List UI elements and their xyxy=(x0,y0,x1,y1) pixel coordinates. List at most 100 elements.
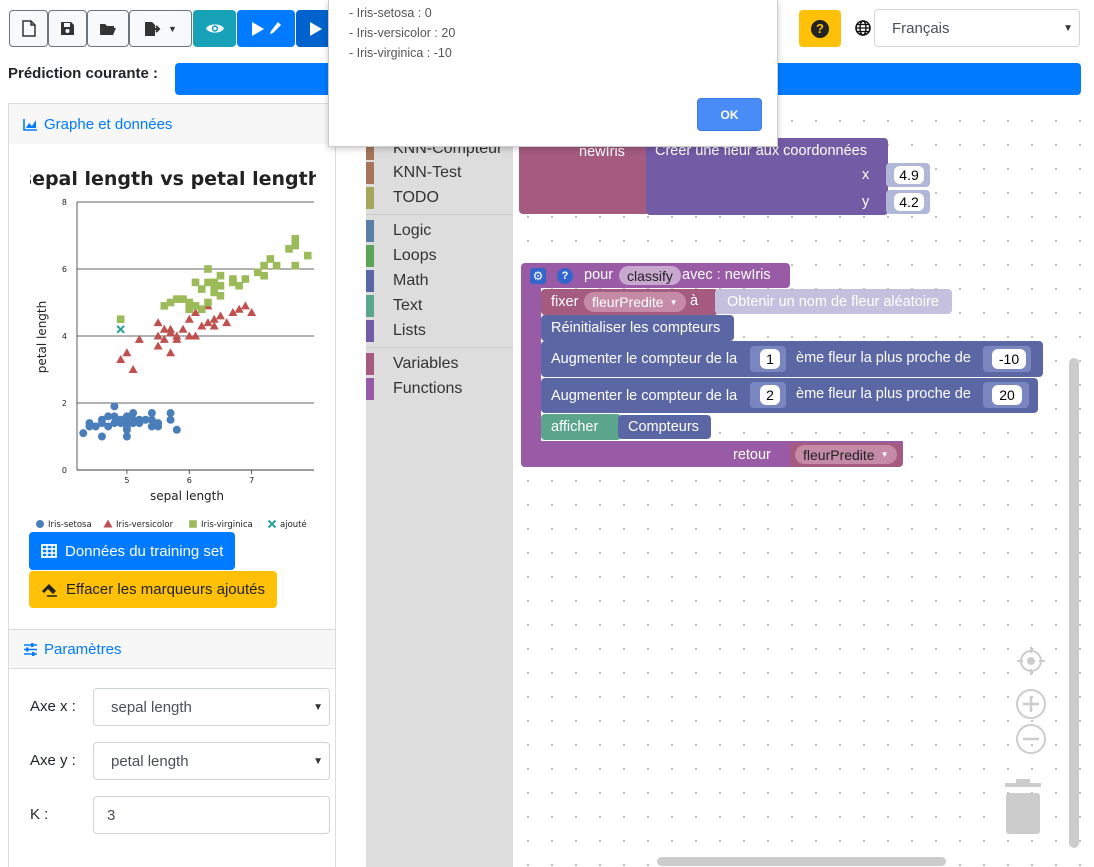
data-point-iris-virginica xyxy=(241,275,250,283)
create-flower-block[interactable]: Créer une fleur aux coordonnées xyxy=(646,138,888,215)
k-input[interactable]: 3 xyxy=(93,796,330,834)
training-data-button[interactable]: Données du training set xyxy=(29,532,236,570)
data-point-iris-virginica xyxy=(216,271,225,280)
chevron-down-icon: ▼ xyxy=(880,450,889,459)
gear-icon[interactable]: ⚙ xyxy=(530,268,546,284)
x-axis-value: sepal length xyxy=(111,698,192,716)
func-name-field[interactable]: classify xyxy=(619,266,681,285)
inc1-v-input[interactable]: -10 xyxy=(992,349,1026,369)
category-color-swatch xyxy=(366,220,374,242)
data-point-iris-virginica xyxy=(197,305,206,313)
chart-y-tick-label: 4 xyxy=(62,332,67,341)
zoom-in-icon[interactable] xyxy=(1015,688,1047,720)
data-point-iris-virginica xyxy=(204,265,212,273)
x-coord-input[interactable]: 4.9 xyxy=(894,166,924,184)
chevron-down-icon: ▼ xyxy=(168,23,177,34)
data-point-iris-setosa xyxy=(79,429,88,438)
legend-marker-iris-virginica xyxy=(189,520,197,528)
chart-x-axis-label: sepal length xyxy=(150,489,224,503)
file-icon xyxy=(21,20,36,37)
compteurs-block[interactable]: Compteurs xyxy=(618,415,711,439)
data-point-iris-setosa xyxy=(97,432,106,441)
data-point-iris-setosa xyxy=(110,402,119,411)
horizontal-scrollbar[interactable] xyxy=(657,857,946,866)
view-button[interactable] xyxy=(193,10,236,47)
save-button[interactable] xyxy=(48,10,87,47)
inc1-n-input[interactable]: 1 xyxy=(760,349,780,369)
toolbox-category-loops[interactable]: Loops xyxy=(366,244,437,268)
ok-button[interactable]: OK xyxy=(697,98,762,131)
run-button[interactable] xyxy=(296,10,332,47)
category-color-swatch xyxy=(366,245,374,267)
globe-icon xyxy=(855,20,871,36)
func-params-label: avec : newIris xyxy=(682,267,771,283)
zoom-out-icon[interactable] xyxy=(1015,723,1047,755)
data-point-iris-virginica xyxy=(116,315,125,324)
afficher-label: afficher xyxy=(551,419,599,435)
data-point-iris-virginica xyxy=(235,281,243,290)
data-point-iris-setosa xyxy=(166,409,175,418)
fixer-var-dropdown[interactable]: fleurPredite ▼ xyxy=(584,292,686,312)
category-label: TODO xyxy=(393,189,439,206)
fixer-label: fixer xyxy=(551,294,579,310)
chart-y-tick-label: 6 xyxy=(62,265,67,274)
help-button[interactable]: ? xyxy=(799,10,841,47)
toolbox-category-functions[interactable]: Functions xyxy=(366,377,462,401)
chart-y-tick-label: 8 xyxy=(62,198,67,207)
function-body-spine xyxy=(521,285,541,467)
data-point-iris-setosa xyxy=(147,409,156,418)
data-point-iris-virginica xyxy=(291,235,300,243)
chevron-down-icon: ▼ xyxy=(313,756,323,767)
inc2-n-input[interactable]: 2 xyxy=(760,385,780,405)
retour-label: retour xyxy=(733,447,771,463)
toolbox-category-math[interactable]: Math xyxy=(366,269,429,293)
open-button[interactable] xyxy=(87,10,129,47)
category-label: Math xyxy=(393,272,429,289)
clear-markers-label: Effacer les marqueurs ajoutés xyxy=(66,581,265,598)
folder-open-icon xyxy=(100,23,116,35)
inc2-v-input[interactable]: 20 xyxy=(992,385,1022,405)
x-axis-select[interactable]: sepal length ▼ xyxy=(93,688,330,726)
y-axis-select[interactable]: petal length ▼ xyxy=(93,742,330,780)
help-icon[interactable]: ? xyxy=(557,268,573,284)
legend-marker-iris-setosa xyxy=(36,520,44,528)
dialog-line-setosa: - Iris-setosa : 0 xyxy=(349,6,432,20)
left-panel: Graphe et données sepal length vs petal … xyxy=(8,103,336,867)
toolbox-category-text[interactable]: Text xyxy=(366,294,422,318)
chart-x-tick-label: 7 xyxy=(249,476,254,485)
vertical-scrollbar[interactable] xyxy=(1069,358,1079,848)
toolbox-category-knn-test[interactable]: KNN-Test xyxy=(366,161,461,185)
set-newiris-block[interactable]: newIris xyxy=(519,141,649,214)
toolbox-category-logic[interactable]: Logic xyxy=(366,219,431,243)
scatter-chart: sepal length vs petal length 0 2 4 6 8 5 6 7 se… xyxy=(30,162,316,534)
category-color-swatch xyxy=(366,353,374,375)
new-file-button[interactable] xyxy=(9,10,48,47)
chevron-down-icon: ▼ xyxy=(669,297,678,307)
toolbox-category-variables[interactable]: Variables xyxy=(366,352,459,376)
graph-panel-header[interactable]: Graphe et données xyxy=(9,104,335,144)
language-select[interactable]: Français ▼ xyxy=(874,9,1080,47)
data-point-iris-virginica xyxy=(272,261,281,270)
y-coord-input[interactable]: 4.2 xyxy=(894,193,924,211)
export-dropdown-button[interactable]: ▼ xyxy=(129,10,192,47)
category-label: Text xyxy=(393,297,423,314)
recenter-icon[interactable] xyxy=(1015,645,1047,677)
inc1-prefix: Augmenter le compteur de la xyxy=(551,351,738,367)
run-test-button[interactable] xyxy=(237,10,295,47)
k-value: 3 xyxy=(107,806,116,824)
eye-icon xyxy=(205,24,224,33)
reset-counters-block[interactable]: Réinitialiser les compteurs xyxy=(541,315,734,341)
toolbox-category-lists[interactable]: Lists xyxy=(366,319,426,343)
compteurs-label: Compteurs xyxy=(628,419,699,435)
retour-var-dropdown[interactable]: fleurPredite ▼ xyxy=(795,445,897,464)
trash-icon[interactable] xyxy=(1002,779,1044,835)
data-point-iris-virginica xyxy=(260,261,268,270)
chart-x-tick-label: 6 xyxy=(187,476,192,485)
params-panel-header[interactable]: Paramètres xyxy=(9,629,335,669)
clear-markers-button[interactable]: Effacer les marqueurs ajoutés xyxy=(29,571,277,608)
print-block[interactable]: afficher xyxy=(541,414,621,440)
random-name-block[interactable]: Obtenir un nom de fleur aléatoire xyxy=(715,289,952,314)
toolbox-category-todo[interactable]: TODO xyxy=(366,186,439,210)
data-point-iris-virginica xyxy=(197,285,206,293)
data-point-iris-setosa xyxy=(154,419,163,428)
